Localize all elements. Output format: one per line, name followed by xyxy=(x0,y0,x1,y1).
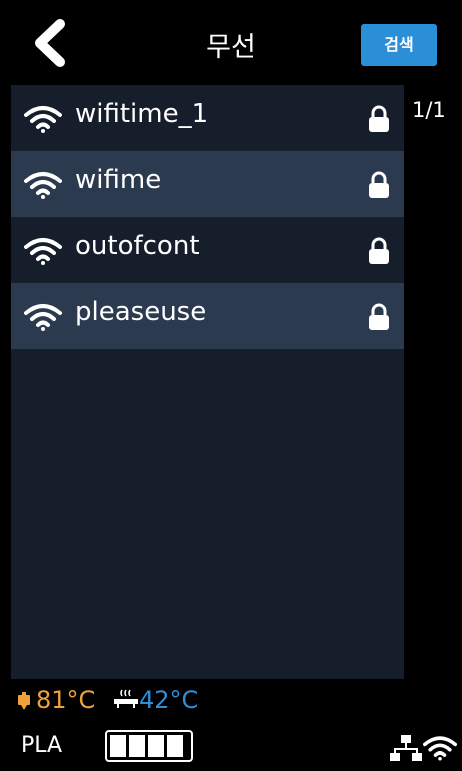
network-row-wifitime_1[interactable]: wifitime_1 xyxy=(11,85,404,151)
lock-icon xyxy=(369,303,389,330)
network-list: wifitime_1 wifime outofcont pleaseuse xyxy=(11,85,404,679)
wifi-status-icon xyxy=(423,736,457,761)
wifi-signal-icon xyxy=(24,304,62,331)
ethernet-network-icon xyxy=(390,735,422,761)
material-label: PLA xyxy=(21,733,63,758)
gauge-segment xyxy=(148,735,164,757)
header-bar: 무선 검색 xyxy=(0,0,462,82)
wifi-signal-icon xyxy=(24,172,62,199)
nozzle-temperature: 81°C xyxy=(36,686,96,714)
network-row-outofcont[interactable]: outofcont xyxy=(11,217,404,283)
heated-bed-icon xyxy=(114,689,138,708)
nozzle-icon xyxy=(18,692,30,710)
lock-icon xyxy=(369,171,389,198)
gauge-segment xyxy=(167,735,183,757)
network-ssid: wifime xyxy=(75,165,162,195)
network-ssid: pleaseuse xyxy=(75,297,207,327)
page-indicator: 1/1 xyxy=(412,98,446,122)
network-row-pleaseuse[interactable]: pleaseuse xyxy=(11,283,404,349)
filament-gauge xyxy=(105,730,193,762)
bed-temperature: 42°C xyxy=(139,686,199,714)
gauge-segment xyxy=(110,735,126,757)
lock-icon xyxy=(369,237,389,264)
search-button[interactable]: 검색 xyxy=(361,24,437,66)
lock-icon xyxy=(369,105,389,132)
network-ssid: wifitime_1 xyxy=(75,99,209,129)
network-row-wifime[interactable]: wifime xyxy=(11,151,404,217)
wifi-signal-icon xyxy=(24,238,62,265)
gauge-segment xyxy=(129,735,145,757)
wifi-signal-icon xyxy=(24,106,62,133)
network-ssid: outofcont xyxy=(75,231,200,261)
